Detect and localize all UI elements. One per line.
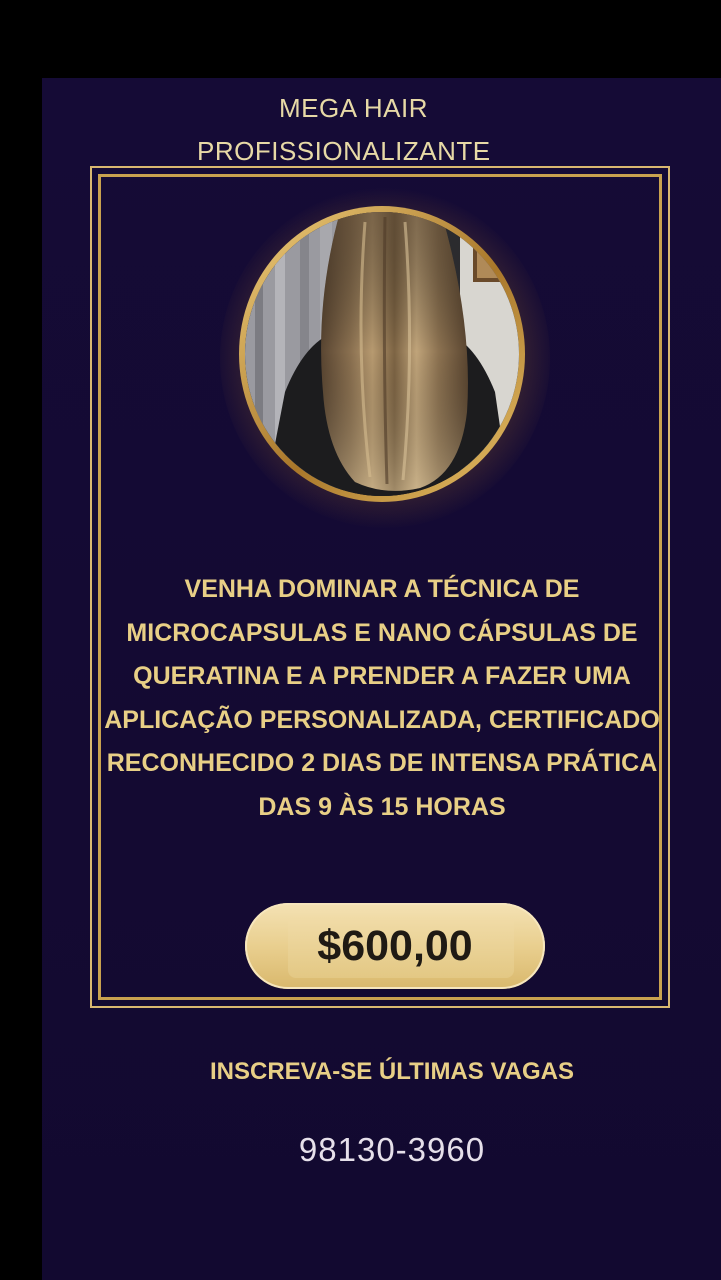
flyer-title-line1: MEGA HAIR (279, 93, 428, 123)
contact-phone: 98130-3960 (298, 1131, 486, 1168)
course-flyer: MEGA HAIR PROFISSIONALIZANTE VENHA DOMIN… (42, 78, 721, 1280)
flyer-title-line2: PROFISSIONALIZANTE (197, 136, 491, 166)
price-value: $600,00 (317, 922, 473, 970)
signup-call-to-action: INSCREVA-SE ÚLTIMAS VAGAS (209, 1058, 575, 1085)
course-description: VENHA DOMINAR A TÉCNICA DE MICROCAPSULAS… (104, 575, 660, 821)
hair-photo (245, 212, 519, 496)
